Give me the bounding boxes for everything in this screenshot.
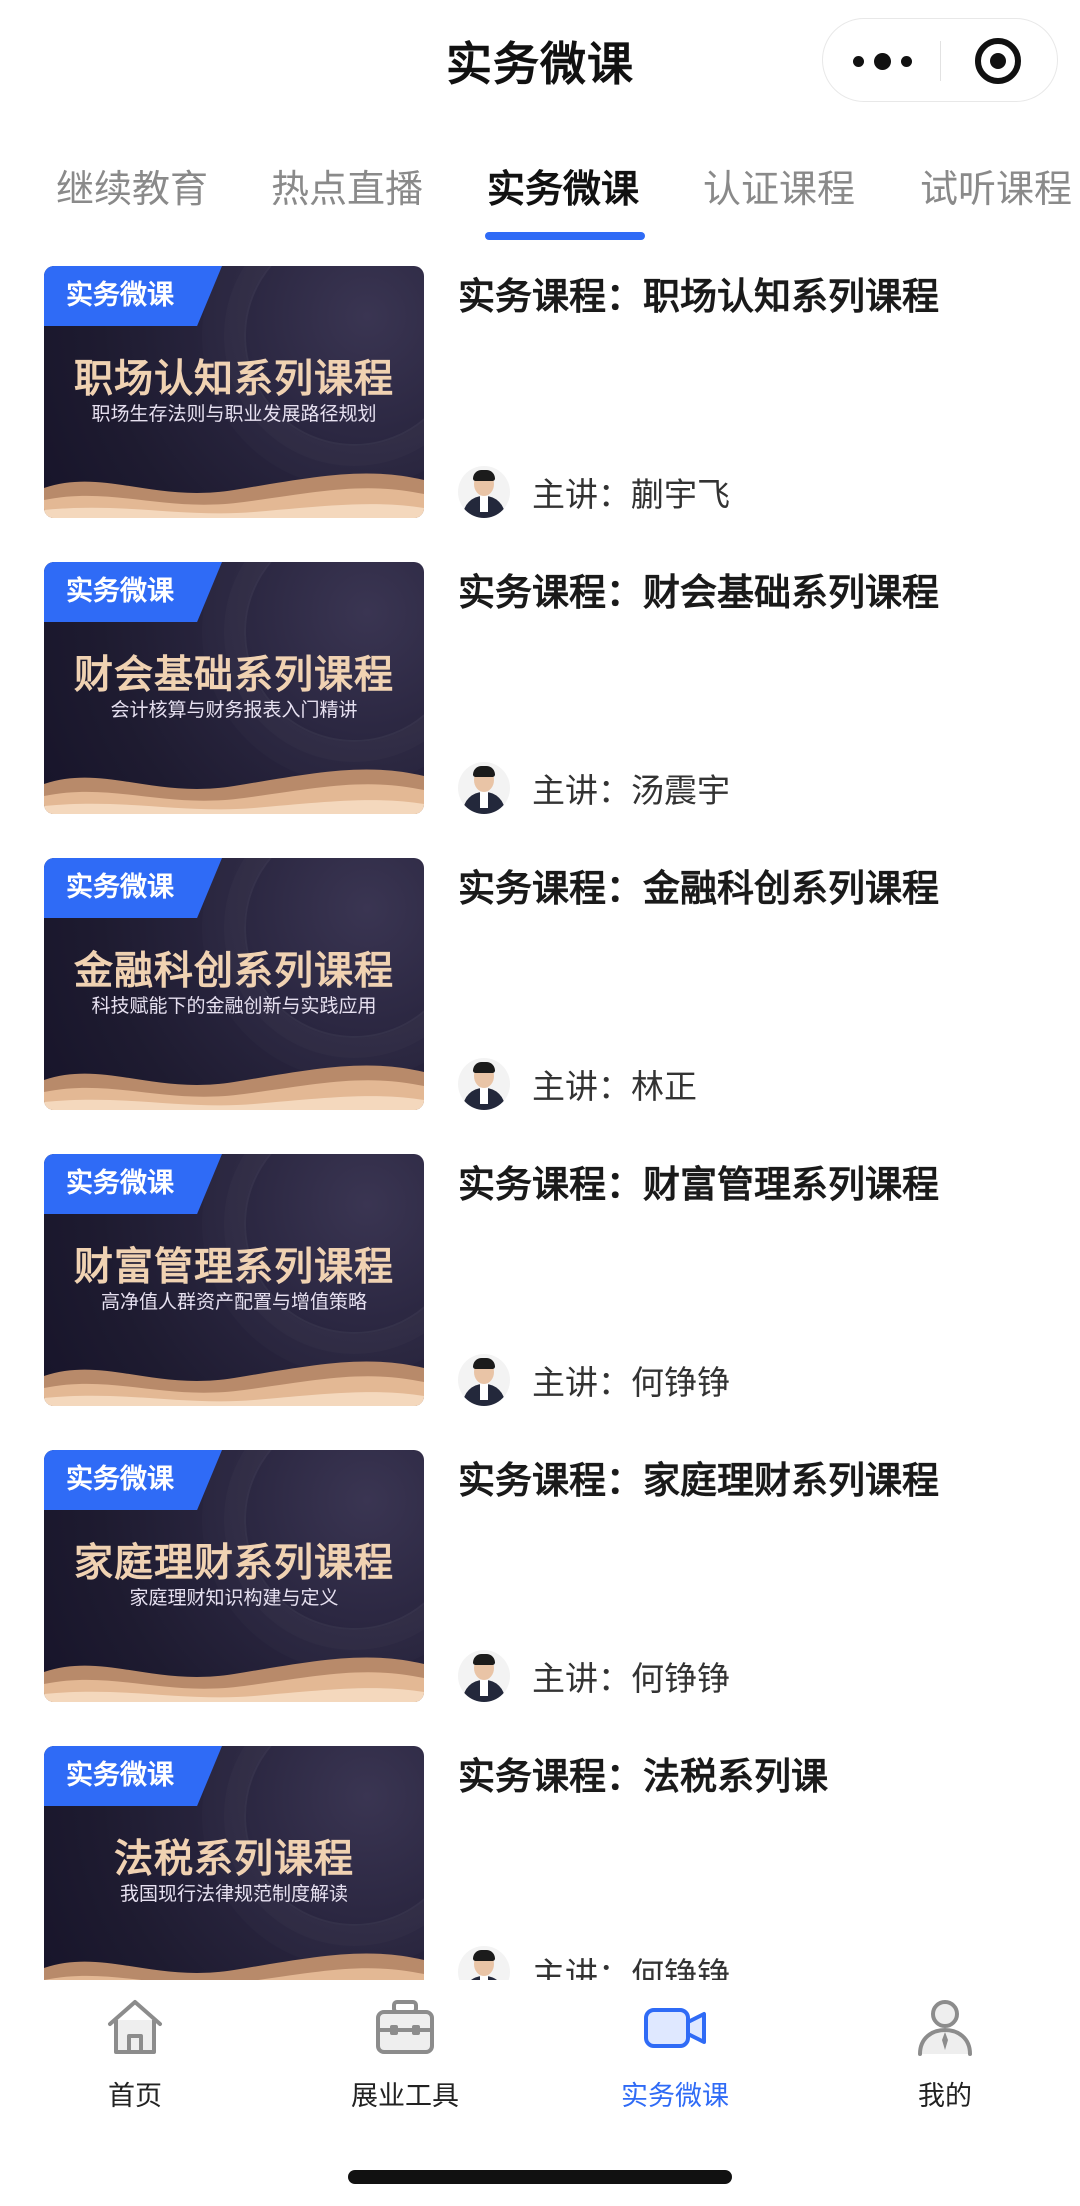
avatar <box>458 1946 510 1980</box>
course-item[interactable]: 实务微课 金融科创系列课程 科技赋能下的金融创新与实践应用 实务课程：金融科创系… <box>0 856 1080 1111</box>
course-badge: 实务微课 <box>44 1154 222 1214</box>
course-item[interactable]: 实务微课 职场认知系列课程 职场生存法则与职业发展路径规划 实务课程：职场认知系… <box>0 264 1080 519</box>
video-camera-icon <box>644 2008 706 2048</box>
thumbnail-subtitle: 会计核算与财务报表入门精讲 <box>110 699 358 721</box>
avatar <box>458 1058 510 1110</box>
lecturer-info: 主讲： 何铮铮 <box>458 1352 730 1408</box>
lecturer-label: 主讲： <box>532 771 631 810</box>
thumbnail-title: 金融科创系列课程 <box>73 949 394 994</box>
avatar <box>458 466 510 518</box>
course-thumbnail[interactable]: 实务微课 金融科创系列课程 科技赋能下的金融创新与实践应用 <box>44 858 424 1110</box>
more-button[interactable] <box>823 19 941 103</box>
tab-practice-micro-course[interactable]: 实务微课 <box>487 158 639 213</box>
lecturer-name: 何铮铮 <box>631 1363 730 1402</box>
course-badge: 实务微课 <box>44 1746 222 1806</box>
thumbnail-wave-decoration <box>44 1361 424 1406</box>
thumbnail-subtitle: 科技赋能下的金融创新与实践应用 <box>91 995 377 1017</box>
lecturer-info: 主讲： 汤震宇 <box>458 760 730 816</box>
tab-hot-live[interactable]: 热点直播 <box>271 158 423 213</box>
tabbar-label: 首页 <box>108 2081 162 2112</box>
active-tab-indicator <box>485 232 645 240</box>
tabbar-label: 实务微课 <box>621 2081 729 2112</box>
thumbnail-title: 职场认知系列课程 <box>73 357 394 402</box>
course-thumbnail[interactable]: 实务微课 财富管理系列课程 高净值人群资产配置与增值策略 <box>44 1154 424 1406</box>
lecturer-name: 蒯宇飞 <box>631 475 730 514</box>
lecturer-label: 主讲： <box>532 1955 631 1980</box>
course-item[interactable]: 实务微课 财会基础系列课程 会计核算与财务报表入门精讲 实务课程：财会基础系列课… <box>0 560 1080 815</box>
lecturer-info: 主讲： 何铮铮 <box>458 1648 730 1704</box>
lecturer-name: 何铮铮 <box>631 1659 730 1698</box>
thumbnail-wave-decoration <box>44 1953 424 1980</box>
thumbnail-wave-decoration <box>44 473 424 518</box>
thumbnail-wave-decoration <box>44 1065 424 1110</box>
avatar <box>458 762 510 814</box>
course-title[interactable]: 实务课程：财富管理系列课程 <box>458 1154 939 1208</box>
thumbnail-subtitle: 家庭理财知识构建与定义 <box>129 1587 339 1609</box>
tabbar-item-home[interactable]: 首页 <box>0 1992 270 2113</box>
thumbnail-title: 财会基础系列课程 <box>73 653 394 698</box>
course-thumbnail[interactable]: 实务微课 法税系列课程 我国现行法律规范制度解读 <box>44 1746 424 1980</box>
lecturer-info: 主讲： 蒯宇飞 <box>458 464 730 520</box>
thumbnail-wave-decoration <box>44 769 424 814</box>
home-indicator[interactable] <box>348 2170 732 2184</box>
more-dots-icon <box>852 55 864 67</box>
lecturer-name: 林正 <box>631 1067 697 1106</box>
thumbnail-title: 法税系列课程 <box>113 1837 354 1882</box>
mini-program-capsule <box>822 18 1058 102</box>
tabbar-item-micro-course[interactable]: 实务微课 <box>540 1992 810 2113</box>
course-thumbnail[interactable]: 实务微课 家庭理财系列课程 家庭理财知识构建与定义 <box>44 1450 424 1702</box>
course-badge: 实务微课 <box>44 266 222 326</box>
tab-certification-course[interactable]: 认证课程 <box>703 158 855 213</box>
lecturer-info: 主讲： 何铮铮 <box>458 1944 730 1980</box>
thumbnail-title: 财富管理系列课程 <box>73 1245 394 1290</box>
tabbar-item-tools[interactable]: 展业工具 <box>270 1992 540 2113</box>
close-button[interactable] <box>939 19 1057 103</box>
thumbnail-subtitle: 高净值人群资产配置与增值策略 <box>100 1291 367 1313</box>
thumbnail-title: 家庭理财系列课程 <box>73 1541 394 1586</box>
home-icon <box>108 2000 162 2054</box>
category-tabs: 继续教育 热点直播 实务微课 认证课程 试听课程 <box>0 140 1080 250</box>
thumbnail-subtitle: 职场生存法则与职业发展路径规划 <box>91 403 377 425</box>
user-icon <box>918 2000 972 2056</box>
tabbar-label: 我的 <box>918 2081 972 2112</box>
course-title[interactable]: 实务课程：家庭理财系列课程 <box>458 1450 939 1504</box>
course-badge: 实务微课 <box>44 562 222 622</box>
lecturer-label: 主讲： <box>532 1363 631 1402</box>
course-title[interactable]: 实务课程：金融科创系列课程 <box>458 858 939 912</box>
avatar <box>458 1650 510 1702</box>
lecturer-label: 主讲： <box>532 1659 631 1698</box>
nav-header: 实务微课 <box>0 0 1080 125</box>
toolbox-icon <box>376 2000 434 2054</box>
course-title[interactable]: 实务课程：法税系列课 <box>458 1746 828 1800</box>
tabbar-item-mine[interactable]: 我的 <box>810 1992 1080 2113</box>
course-badge: 实务微课 <box>44 858 222 918</box>
course-list[interactable]: 实务微课 职场认知系列课程 职场生存法则与职业发展路径规划 实务课程：职场认知系… <box>0 262 1080 1980</box>
lecturer-label: 主讲： <box>532 1067 631 1106</box>
lecturer-name: 何铮铮 <box>631 1955 730 1980</box>
thumbnail-wave-decoration <box>44 1657 424 1702</box>
course-title[interactable]: 实务课程：职场认知系列课程 <box>458 266 939 320</box>
course-thumbnail[interactable]: 实务微课 财会基础系列课程 会计核算与财务报表入门精讲 <box>44 562 424 814</box>
lecturer-info: 主讲： 林正 <box>458 1056 697 1112</box>
course-item[interactable]: 实务微课 财富管理系列课程 高净值人群资产配置与增值策略 实务课程：财富管理系列… <box>0 1152 1080 1407</box>
course-thumbnail[interactable]: 实务微课 职场认知系列课程 职场生存法则与职业发展路径规划 <box>44 266 424 518</box>
tab-trial-course[interactable]: 试听课程 <box>920 158 1072 213</box>
course-badge: 实务微课 <box>44 1450 222 1510</box>
tabbar-label: 展业工具 <box>351 2081 459 2112</box>
course-title[interactable]: 实务课程：财会基础系列课程 <box>458 562 939 616</box>
lecturer-label: 主讲： <box>532 475 631 514</box>
avatar <box>458 1354 510 1406</box>
target-icon <box>975 38 1021 84</box>
lecturer-name: 汤震宇 <box>631 771 730 810</box>
course-item[interactable]: 实务微课 家庭理财系列课程 家庭理财知识构建与定义 实务课程：家庭理财系列课程 … <box>0 1448 1080 1703</box>
tab-continuing-education[interactable]: 继续教育 <box>56 158 208 213</box>
course-item[interactable]: 实务微课 法税系列课程 我国现行法律规范制度解读 实务课程：法税系列课 主讲： … <box>0 1744 1080 1980</box>
thumbnail-subtitle: 我国现行法律规范制度解读 <box>119 1883 348 1905</box>
